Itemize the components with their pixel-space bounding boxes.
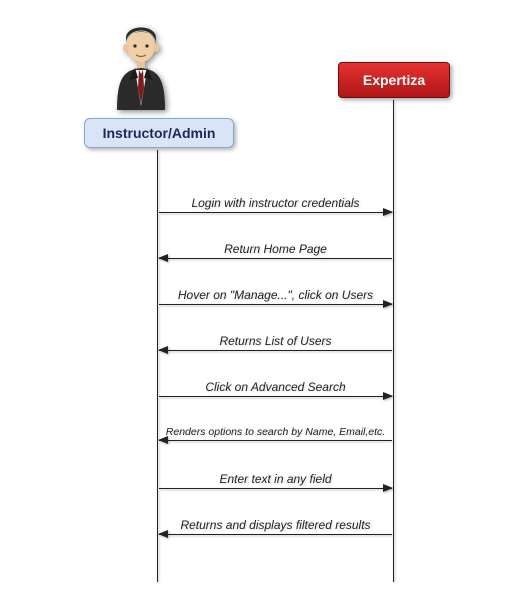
- message-label: Login with instructor credentials: [159, 196, 392, 212]
- arrow-left-icon: [159, 534, 392, 535]
- message-5: Click on Advanced Search: [159, 380, 392, 397]
- message-label: Returns and displays filtered results: [159, 518, 392, 534]
- arrow-left-icon: [159, 350, 392, 351]
- message-7: Enter text in any field: [159, 472, 392, 489]
- participant-expertiza: Expertiza: [338, 62, 450, 98]
- message-label: Renders options to search by Name, Email…: [159, 426, 392, 440]
- message-3: Hover on "Manage...", click on Users: [159, 288, 392, 305]
- arrow-left-icon: [159, 440, 392, 441]
- message-label: Click on Advanced Search: [159, 380, 392, 396]
- message-label: Returns List of Users: [159, 334, 392, 350]
- arrow-right-icon: [159, 488, 392, 489]
- message-label: Return Home Page: [159, 242, 392, 258]
- arrow-right-icon: [159, 304, 392, 305]
- message-6: Renders options to search by Name, Email…: [159, 426, 392, 441]
- arrow-left-icon: [159, 258, 392, 259]
- message-1: Login with instructor credentials: [159, 196, 392, 213]
- message-8: Returns and displays filtered results: [159, 518, 392, 535]
- lifeline-participant: [393, 100, 394, 582]
- message-2: Return Home Page: [159, 242, 392, 259]
- arrow-right-icon: [159, 396, 392, 397]
- message-label: Enter text in any field: [159, 472, 392, 488]
- lifeline-actor: [157, 150, 158, 582]
- arrow-right-icon: [159, 212, 392, 213]
- sequence-diagram: Instructor/Admin Expertiza Login with in…: [0, 0, 521, 592]
- message-label: Hover on "Manage...", click on Users: [159, 288, 392, 304]
- actor-icon: [111, 18, 171, 114]
- message-4: Returns List of Users: [159, 334, 392, 351]
- actor-label: Instructor/Admin: [84, 118, 234, 148]
